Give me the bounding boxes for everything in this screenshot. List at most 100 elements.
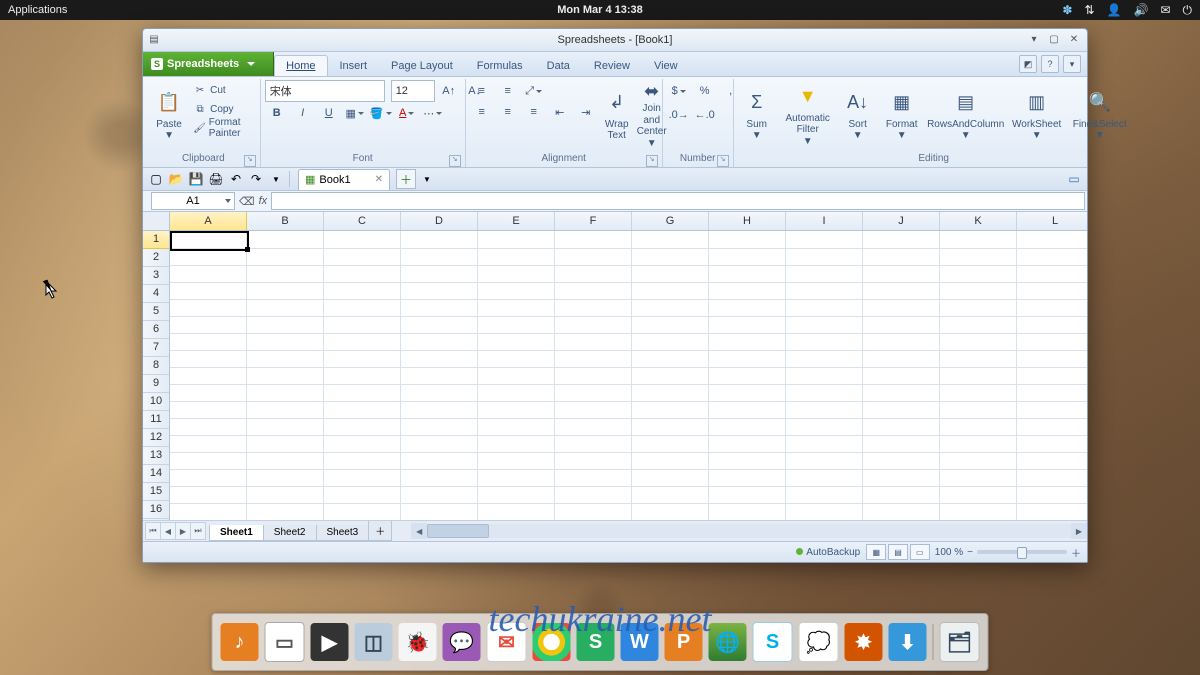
cell-G14[interactable]	[632, 452, 709, 470]
cell-B2[interactable]	[247, 248, 324, 266]
col-header-F[interactable]: F	[555, 212, 632, 230]
cell-J3[interactable]	[863, 265, 940, 283]
cell-L10[interactable]	[1017, 384, 1087, 402]
dock-chrome-icon[interactable]	[533, 623, 571, 661]
cell-B7[interactable]	[247, 333, 324, 351]
sheet-tab-3[interactable]: Sheet3	[316, 525, 370, 541]
cell-F17[interactable]	[555, 503, 632, 520]
cell-F8[interactable]	[555, 350, 632, 368]
cell-K17[interactable]	[940, 503, 1017, 520]
number-dialog-launcher[interactable]: ↘	[717, 155, 729, 167]
tab-home[interactable]: Home	[274, 55, 327, 76]
cell-A9[interactable]	[170, 367, 247, 385]
cell-I7[interactable]	[786, 333, 863, 351]
cell-A15[interactable]	[170, 469, 247, 487]
fill-color-button[interactable]: 🪣	[369, 102, 393, 124]
cell-C1[interactable]	[324, 231, 401, 249]
qat-open-icon[interactable]: 📂	[167, 170, 185, 188]
cell-K6[interactable]	[940, 316, 1017, 334]
cell-J8[interactable]	[863, 350, 940, 368]
cell-B5[interactable]	[247, 299, 324, 317]
scroll-right-button[interactable]: ▶	[1071, 523, 1087, 539]
dock-settings-icon[interactable]: ✸	[845, 623, 883, 661]
zoom-slider[interactable]	[977, 550, 1067, 554]
dock-document-icon[interactable]: ▭	[265, 622, 305, 662]
cell-G7[interactable]	[632, 333, 709, 351]
cell-C12[interactable]	[324, 418, 401, 436]
col-header-L[interactable]: L	[1017, 212, 1087, 230]
autobackup-indicator[interactable]: AutoBackup	[796, 547, 860, 558]
dock-browser-icon[interactable]: 🌐	[709, 623, 747, 661]
cell-F1[interactable]	[555, 231, 632, 249]
maximize-button[interactable]: ▢	[1047, 32, 1061, 46]
close-button[interactable]: ✕	[1067, 32, 1081, 46]
cell-H11[interactable]	[709, 401, 786, 419]
cell-G3[interactable]	[632, 265, 709, 283]
cell-A16[interactable]	[170, 486, 247, 504]
cancel-edit-icon[interactable]: ⌫	[239, 195, 255, 208]
cell-G5[interactable]	[632, 299, 709, 317]
alignment-dialog-launcher[interactable]: ↘	[646, 155, 658, 167]
dock-writer-icon[interactable]: W	[621, 623, 659, 661]
cell-D9[interactable]	[401, 367, 478, 385]
cell-D8[interactable]	[401, 350, 478, 368]
formula-input[interactable]	[271, 192, 1085, 210]
row-header-16[interactable]: 16	[143, 501, 169, 519]
cell-J2[interactable]	[863, 248, 940, 266]
cell-I16[interactable]	[786, 486, 863, 504]
cell-D11[interactable]	[401, 401, 478, 419]
cell-F2[interactable]	[555, 248, 632, 266]
tray-volume-icon[interactable]: 🔊	[1133, 3, 1148, 17]
cell-K12[interactable]	[940, 418, 1017, 436]
scroll-left-button[interactable]: ◀	[411, 523, 427, 539]
cell-E7[interactable]	[478, 333, 555, 351]
cell-I11[interactable]	[786, 401, 863, 419]
cell-B10[interactable]	[247, 384, 324, 402]
row-header-11[interactable]: 11	[143, 411, 169, 429]
cell-H16[interactable]	[709, 486, 786, 504]
cell-C16[interactable]	[324, 486, 401, 504]
autofilter-button[interactable]: ▼Automatic Filter▼	[780, 81, 836, 149]
row-header-8[interactable]: 8	[143, 357, 169, 375]
cell-B11[interactable]	[247, 401, 324, 419]
cell-H4[interactable]	[709, 282, 786, 300]
cell-B9[interactable]	[247, 367, 324, 385]
row-header-6[interactable]: 6	[143, 321, 169, 339]
more-font-button[interactable]: ⋯	[421, 102, 445, 124]
cell-A13[interactable]	[170, 435, 247, 453]
cell-I15[interactable]	[786, 469, 863, 487]
col-header-D[interactable]: D	[401, 212, 478, 230]
cell-H8[interactable]	[709, 350, 786, 368]
cell-K11[interactable]	[940, 401, 1017, 419]
cell-I13[interactable]	[786, 435, 863, 453]
cell-C11[interactable]	[324, 401, 401, 419]
document-tab[interactable]: ▦ Book1 ✕	[298, 169, 390, 190]
qat-more-icon[interactable]: ▼	[267, 170, 285, 188]
cell-F15[interactable]	[555, 469, 632, 487]
cell-J14[interactable]	[863, 452, 940, 470]
cell-A10[interactable]	[170, 384, 247, 402]
cell-E10[interactable]	[478, 384, 555, 402]
align-right-button[interactable]: ≡	[522, 101, 546, 123]
cell-K8[interactable]	[940, 350, 1017, 368]
cell-L4[interactable]	[1017, 282, 1087, 300]
paste-button[interactable]: 📋 Paste▼	[151, 81, 187, 149]
reading-view-button[interactable]: ▭	[910, 544, 930, 560]
cell-I2[interactable]	[786, 248, 863, 266]
underline-button[interactable]: U	[317, 102, 341, 124]
cell-A7[interactable]	[170, 333, 247, 351]
cell-I17[interactable]	[786, 503, 863, 520]
cell-G11[interactable]	[632, 401, 709, 419]
cell-D16[interactable]	[401, 486, 478, 504]
zoom-out-button[interactable]: −	[967, 547, 973, 558]
cell-H3[interactable]	[709, 265, 786, 283]
app-menu-button[interactable]: S Spreadsheets	[143, 52, 274, 76]
cell-E12[interactable]	[478, 418, 555, 436]
doc-tab-list-button[interactable]: ▼	[418, 170, 436, 188]
cell-E11[interactable]	[478, 401, 555, 419]
cell-H1[interactable]	[709, 231, 786, 249]
cell-F11[interactable]	[555, 401, 632, 419]
cell-C14[interactable]	[324, 452, 401, 470]
new-document-tab-button[interactable]: ＋	[396, 169, 416, 189]
qat-undo-icon[interactable]: ↶	[227, 170, 245, 188]
